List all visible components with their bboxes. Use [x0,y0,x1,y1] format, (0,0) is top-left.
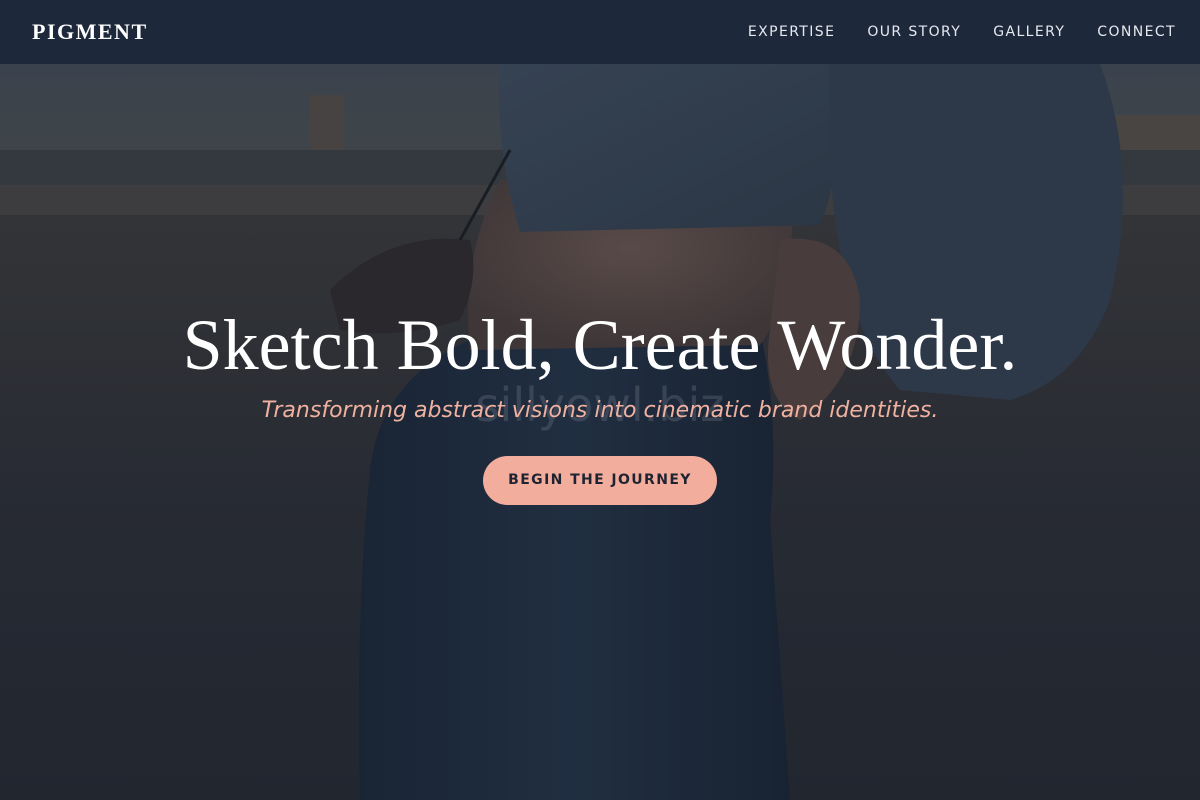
begin-journey-button[interactable]: BEGIN THE JOURNEY [483,456,717,505]
nav-links: EXPERTISE OUR STORY GALLERY CONNECT [716,24,1176,40]
brand-logo[interactable]: PIGMENT [32,19,148,45]
hero-subtitle: Transforming abstract visions into cinem… [261,398,939,423]
hero-content: Sketch Bold, Create Wonder. Transforming… [0,300,1200,505]
nav-link-our-story[interactable]: OUR STORY [867,24,961,40]
hero-title: Sketch Bold, Create Wonder. [182,305,1018,385]
nav-link-gallery[interactable]: GALLERY [993,24,1065,40]
hero-section: sillyowl.biz PIGMENT EXPERTISE OUR STORY… [0,0,1200,800]
nav-link-expertise[interactable]: EXPERTISE [748,24,835,40]
nav-link-connect[interactable]: CONNECT [1097,24,1176,40]
top-navbar: PIGMENT EXPERTISE OUR STORY GALLERY CONN… [0,0,1200,64]
